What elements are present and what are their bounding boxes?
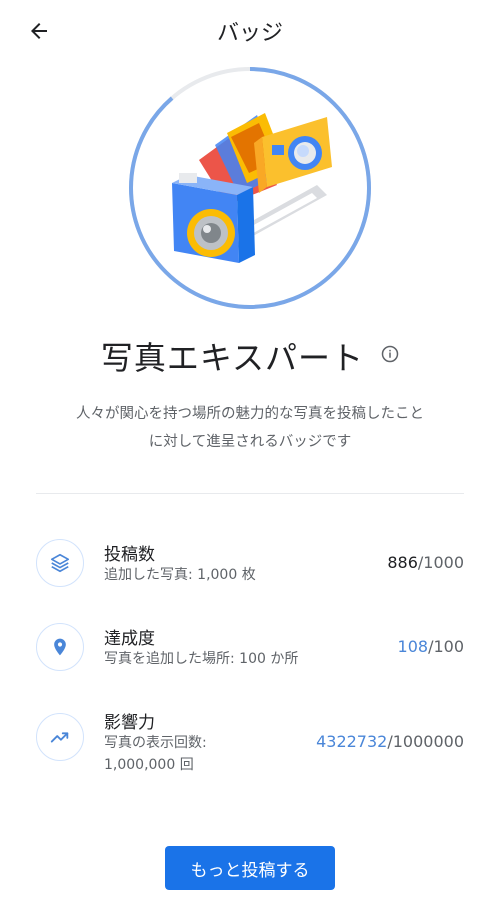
divider bbox=[36, 493, 464, 494]
stat-subtitle: 写真を追加した場所: 100 か所 bbox=[104, 651, 299, 667]
stat-value: 4322732/1000000 bbox=[316, 732, 464, 751]
info-button[interactable] bbox=[381, 345, 399, 363]
badge-name: 写真エキスパート bbox=[100, 339, 364, 377]
top-app-bar: バッジ bbox=[0, 0, 500, 60]
stat-total: /1000 bbox=[417, 553, 464, 572]
camera-left-graphic bbox=[172, 173, 255, 263]
location-pin-icon bbox=[54, 638, 66, 656]
badge-progress-ring bbox=[129, 67, 371, 309]
stat-icon-circle bbox=[36, 623, 84, 671]
stat-subtitle: 追加した写真: 1,000 枚 bbox=[104, 567, 256, 583]
post-more-button[interactable]: もっと投稿する bbox=[165, 846, 335, 890]
stat-icon-circle bbox=[36, 539, 84, 587]
info-icon bbox=[381, 345, 399, 363]
badge-title-row: 写真エキスパート bbox=[0, 333, 500, 379]
badge-description-line: に対して進呈されるバッジです bbox=[148, 434, 352, 450]
badge-illustration bbox=[127, 65, 373, 311]
stat-title: 投稿数 bbox=[104, 545, 155, 565]
stat-current: 886 bbox=[387, 553, 418, 572]
stat-current: 108 bbox=[397, 637, 429, 656]
stat-total: /1000000 bbox=[387, 732, 464, 751]
page-title: バッジ bbox=[216, 21, 283, 46]
stat-subtitle-line: 写真の表示回数: bbox=[104, 735, 207, 751]
stat-total: /100 bbox=[428, 637, 464, 656]
stat-value: 886/1000 bbox=[387, 553, 464, 572]
stat-subtitle: 写真の表示回数: 1,000,000 回 bbox=[104, 732, 207, 776]
stat-current: 4322732 bbox=[316, 732, 388, 751]
trending-up-icon bbox=[50, 732, 69, 743]
stat-subtitle-line: 1,000,000 回 bbox=[104, 757, 194, 773]
stat-title: 達成度 bbox=[104, 629, 155, 649]
stat-title: 影響力 bbox=[104, 713, 155, 733]
badge-description: 人々が関心を持つ場所の魅力的な写真を投稿したこと に対して進呈されるバッジです bbox=[50, 400, 450, 456]
layers-icon bbox=[50, 553, 70, 573]
stat-icon-circle bbox=[36, 713, 84, 761]
stat-value: 108/100 bbox=[398, 637, 464, 656]
badge-description-line: 人々が関心を持つ場所の魅力的な写真を投稿したこと bbox=[76, 406, 424, 422]
